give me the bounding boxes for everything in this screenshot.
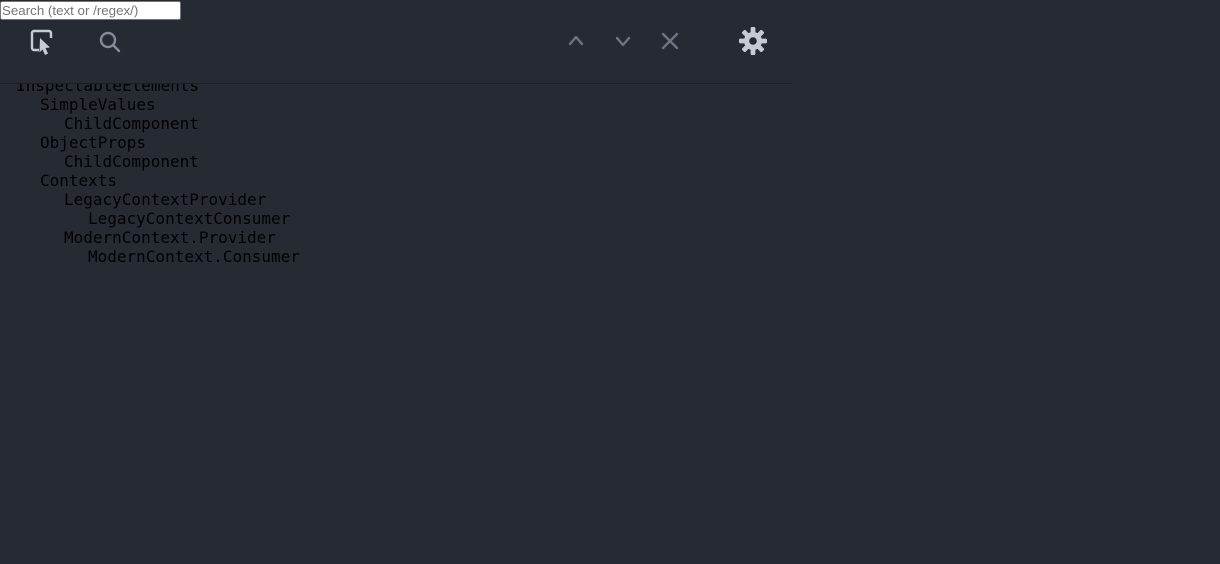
inspect-element-icon (26, 25, 58, 60)
component-name: LegacyContextConsumer (88, 209, 291, 228)
component-name: Contexts (40, 171, 118, 190)
tree-row[interactable]: ModernContext.Consumer (0, 247, 792, 266)
tree-row[interactable]: ChildComponent (0, 114, 792, 133)
component-name: ChildComponent (64, 152, 199, 171)
tree-row[interactable]: ModernContext.Provider (0, 228, 792, 247)
previous-result-button[interactable] (558, 24, 594, 60)
component-name: ObjectProps (40, 133, 146, 152)
next-result-button[interactable] (605, 24, 641, 60)
component-name: SimpleValues (40, 95, 156, 114)
settings-button[interactable] (734, 22, 772, 62)
tree-toolbar (0, 0, 792, 84)
component-name: ModernContext.Provider (64, 228, 276, 247)
toolbar-divider (78, 20, 79, 64)
inspect-element-button[interactable] (24, 24, 60, 60)
tree-row[interactable]: SimpleValues (0, 95, 792, 114)
chevron-up-icon (564, 29, 588, 56)
tree-row[interactable]: ChildComponent (0, 152, 792, 171)
chevron-down-icon (611, 29, 635, 56)
toolbar-divider (712, 20, 713, 64)
clear-search-button[interactable] (652, 24, 688, 60)
search-icon (96, 28, 124, 56)
component-name: ModernContext.Consumer (88, 247, 300, 266)
react-devtools-components-panel: ListListItem key="1"MemoListItem key="2"… (0, 0, 1220, 564)
search-input[interactable] (0, 1, 181, 20)
close-icon (657, 28, 683, 57)
tree-row[interactable]: LegacyContextConsumer (0, 209, 792, 228)
component-name: ChildComponent (64, 114, 199, 133)
tree-row[interactable]: LegacyContextProvider (0, 190, 792, 209)
components-tree-panel: ListListItem key="1"MemoListItem key="2"… (0, 0, 792, 564)
component-name: LegacyContextProvider (64, 190, 267, 209)
gear-icon (736, 24, 770, 61)
tree-row[interactable]: Contexts (0, 171, 792, 190)
tree-row[interactable]: ObjectProps (0, 133, 792, 152)
toolbar-divider (541, 20, 542, 64)
